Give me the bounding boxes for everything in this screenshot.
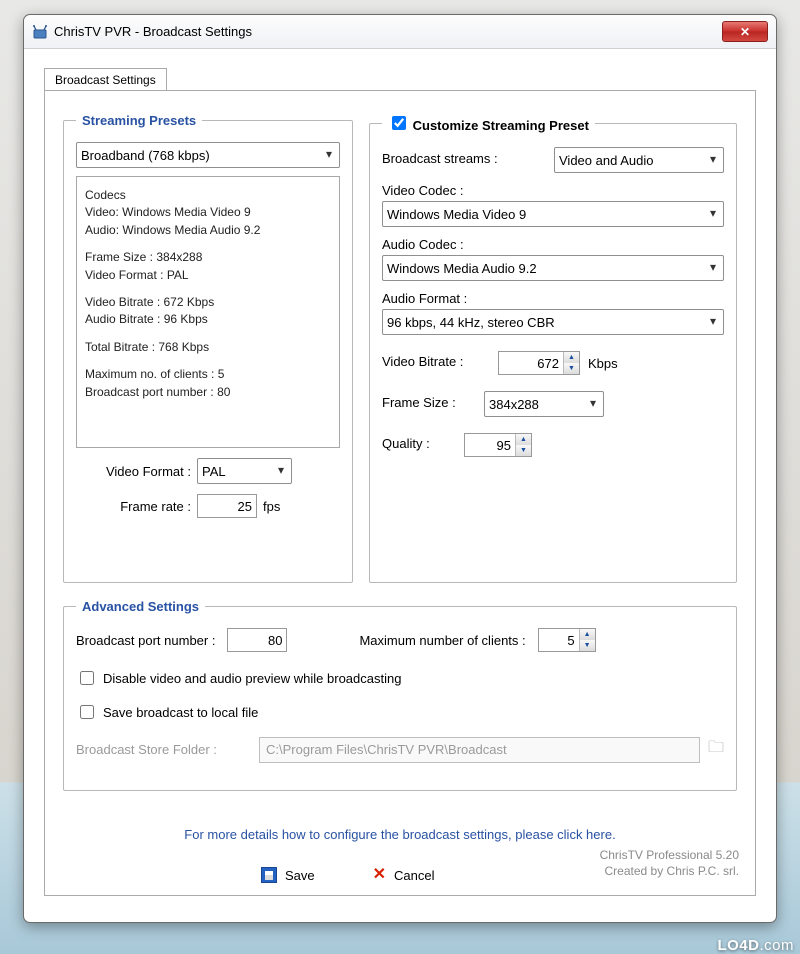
fieldset-customize: Customize Streaming Preset Broadcast str… (369, 113, 737, 583)
close-icon: ✕ (740, 25, 750, 39)
window-title: ChrisTV PVR - Broadcast Settings (54, 24, 722, 39)
frame-rate-unit: fps (263, 499, 280, 514)
video-bitrate-unit: Kbps (588, 356, 618, 371)
quality-label: Quality : (382, 436, 456, 451)
info-audio-codec: Audio: Windows Media Audio 9.2 (85, 222, 331, 239)
audio-codec-label: Audio Codec : (382, 237, 724, 252)
preset-select[interactable]: Broadband (768 kbps) (76, 142, 340, 168)
port-input[interactable] (227, 628, 287, 652)
broadcast-streams-label: Broadcast streams : (382, 151, 546, 166)
audio-format-select[interactable]: 96 kbps, 44 kHz, stereo CBR (382, 309, 724, 335)
codecs-heading: Codecs (85, 187, 331, 204)
settings-window: ChrisTV PVR - Broadcast Settings ✕ Broad… (23, 14, 777, 923)
info-video-format: Video Format : PAL (85, 267, 331, 284)
folder-label: Broadcast Store Folder : (76, 742, 251, 757)
quality-spinner[interactable]: ▲▼ (464, 433, 532, 457)
spin-down-icon[interactable]: ▼ (564, 363, 579, 374)
info-video-codec: Video: Windows Media Video 9 (85, 204, 331, 221)
folder-browse-icon: 🗀 (708, 736, 724, 763)
cancel-button[interactable]: ✕ Cancel (373, 867, 435, 883)
cancel-icon: ✕ (373, 867, 386, 883)
preset-info-box: Codecs Video: Windows Media Video 9 Audi… (76, 176, 340, 448)
info-audio-bitrate: Audio Bitrate : 96 Kbps (85, 311, 331, 328)
legend-customize: Customize Streaming Preset (382, 113, 595, 133)
frame-rate-input[interactable] (197, 494, 257, 518)
tab-panel: Streaming Presets Broadband (768 kbps) C… (44, 90, 756, 896)
save-icon (261, 867, 277, 883)
bottom-bar: Save ✕ Cancel ChrisTV Professional 5.20 … (45, 867, 755, 883)
spin-down-icon[interactable]: ▼ (516, 445, 531, 456)
watermark: LO4D.com (717, 937, 794, 954)
disable-preview-label: Disable video and audio preview while br… (103, 671, 401, 686)
video-format-label: Video Format : (76, 464, 191, 479)
video-bitrate-input[interactable] (499, 352, 563, 374)
video-codec-label: Video Codec : (382, 183, 724, 198)
save-label: Save (285, 868, 315, 883)
spin-up-icon[interactable]: ▲ (564, 352, 579, 363)
cancel-label: Cancel (394, 868, 434, 883)
info-video-bitrate: Video Bitrate : 672 Kbps (85, 294, 331, 311)
audio-format-label: Audio Format : (382, 291, 724, 306)
audio-codec-select[interactable]: Windows Media Audio 9.2 (382, 255, 724, 281)
frame-size-label: Frame Size : (382, 395, 476, 410)
fieldset-streaming-presets: Streaming Presets Broadband (768 kbps) C… (63, 113, 353, 583)
disable-preview-checkbox[interactable] (80, 671, 94, 685)
customize-checkbox[interactable] (392, 116, 406, 130)
tab-strip: Broadcast Settings (44, 67, 756, 90)
app-icon (32, 24, 48, 40)
frame-size-select[interactable]: 384x288 (484, 391, 604, 417)
watermark-tld: .com (759, 937, 794, 954)
titlebar: ChrisTV PVR - Broadcast Settings ✕ (24, 15, 776, 49)
info-frame-size: Frame Size : 384x288 (85, 249, 331, 266)
max-clients-label: Maximum number of clients : (359, 633, 525, 648)
broadcast-streams-select[interactable]: Video and Audio (554, 147, 724, 173)
frame-rate-label: Frame rate : (76, 499, 191, 514)
help-link[interactable]: For more details how to configure the br… (63, 827, 737, 842)
fieldset-advanced: Advanced Settings Broadcast port number … (63, 599, 737, 791)
spin-up-icon[interactable]: ▲ (516, 434, 531, 445)
info-max-clients: Maximum no. of clients : 5 (85, 366, 331, 383)
save-local-label: Save broadcast to local file (103, 705, 258, 720)
save-local-checkbox[interactable] (80, 705, 94, 719)
tab-broadcast-settings[interactable]: Broadcast Settings (44, 68, 167, 91)
close-button[interactable]: ✕ (722, 21, 768, 42)
info-port: Broadcast port number : 80 (85, 384, 331, 401)
video-codec-select[interactable]: Windows Media Video 9 (382, 201, 724, 227)
customize-legend-text: Customize Streaming Preset (413, 118, 589, 133)
watermark-brand: LO4D (717, 937, 759, 954)
spin-up-icon[interactable]: ▲ (580, 629, 595, 640)
save-button[interactable]: Save (261, 867, 315, 883)
content-area: Broadcast Settings Streaming Presets Bro… (24, 49, 776, 906)
credit-line2: Created by Chris P.C. srl. (600, 863, 739, 879)
port-label: Broadcast port number : (76, 633, 215, 648)
info-total-bitrate: Total Bitrate : 768 Kbps (85, 339, 331, 356)
video-bitrate-spinner[interactable]: ▲▼ (498, 351, 580, 375)
credit-text: ChrisTV Professional 5.20 Created by Chr… (600, 847, 739, 879)
quality-input[interactable] (465, 434, 515, 456)
max-clients-spinner[interactable]: ▲▼ (538, 628, 596, 652)
video-bitrate-label: Video Bitrate : (382, 354, 490, 369)
max-clients-input[interactable] (539, 629, 579, 651)
folder-input (259, 737, 700, 763)
credit-line1: ChrisTV Professional 5.20 (600, 847, 739, 863)
legend-advanced: Advanced Settings (76, 599, 205, 614)
spin-down-icon[interactable]: ▼ (580, 640, 595, 651)
legend-streaming: Streaming Presets (76, 113, 202, 128)
video-format-select[interactable]: PAL (197, 458, 292, 484)
